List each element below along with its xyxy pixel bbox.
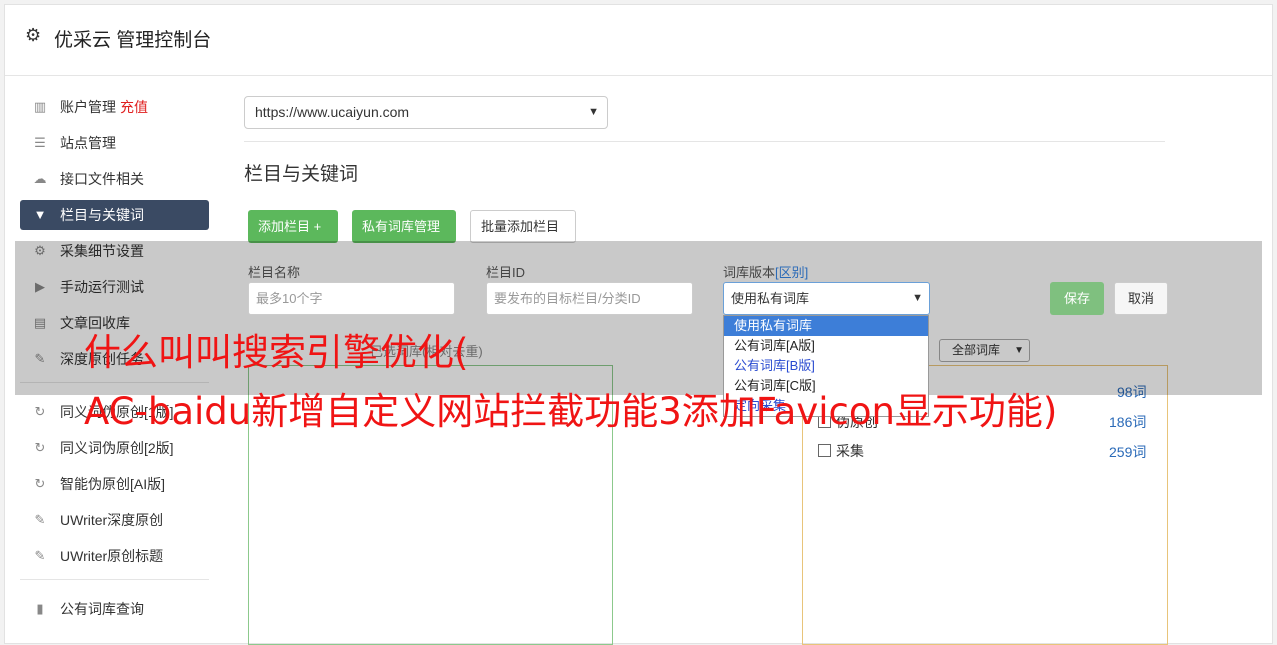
lib-item-label: 采集 xyxy=(836,443,864,459)
edit-icon: ✎ xyxy=(34,548,46,563)
lib-version-value: 使用私有词库 xyxy=(731,291,810,306)
column-id-label: 栏目ID xyxy=(486,265,526,280)
server-icon: ☰ xyxy=(34,135,46,150)
sidebar-item-label: 栏目与关键词 xyxy=(60,207,144,223)
sidebar-item-public-lib[interactable]: ▮ 公有词库查询 xyxy=(20,594,209,624)
sidebar-item-label: UWriter原创标题 xyxy=(60,548,164,564)
sidebar-divider xyxy=(20,579,209,580)
sidebar-item-label: 站点管理 xyxy=(60,135,116,151)
batch-add-button[interactable]: 批量添加栏目 xyxy=(470,210,576,243)
checkbox[interactable] xyxy=(818,444,831,457)
edit-icon: ✎ xyxy=(34,512,46,527)
lib-version-label: 词库版本[区别] xyxy=(723,262,808,281)
lib-version-text: 词库版本 xyxy=(723,265,776,280)
column-id-input[interactable]: 要发布的目标栏目/分类ID xyxy=(486,282,693,315)
site-select[interactable]: https://www.ucaiyun.com ▼ xyxy=(244,96,608,129)
sidebar-item-ai-rewrite[interactable]: ↻ 智能伪原创[AI版] xyxy=(20,469,209,499)
lib-item-collect[interactable]: 采集 xyxy=(818,441,864,461)
chevron-down-icon: ▼ xyxy=(912,292,923,304)
add-column-button[interactable]: 添加栏目 + xyxy=(248,210,338,243)
section-title: 栏目与关键词 xyxy=(244,164,359,185)
lib-item-count[interactable]: 186词 xyxy=(1109,412,1146,432)
sidebar-item-interface-files[interactable]: ☁ 接口文件相关 xyxy=(20,164,209,194)
refresh-icon: ↻ xyxy=(34,404,46,419)
column-name-label: 栏目名称 xyxy=(248,265,301,280)
difference-link[interactable]: [区别] xyxy=(775,265,808,280)
bar-chart-icon: ▥ xyxy=(33,99,47,114)
chevron-down-icon: ▼ xyxy=(588,106,599,118)
sidebar-item-label: 公有词库查询 xyxy=(60,601,144,617)
filter-icon: ▼ xyxy=(33,207,47,222)
sidebar-item-synonym-v2[interactable]: ↻ 同义词伪原创[2版] xyxy=(20,433,209,463)
sidebar-item-label: 账户管理 xyxy=(60,99,116,115)
sidebar-item-uwriter-title[interactable]: ✎ UWriter原创标题 xyxy=(20,541,209,571)
lib-item-count[interactable]: 259词 xyxy=(1109,442,1146,462)
option-public-a[interactable]: 公有词库[A版] xyxy=(724,336,928,356)
lib-version-select[interactable]: 使用私有词库 ▼ xyxy=(723,282,930,315)
refresh-icon: ↻ xyxy=(34,440,46,455)
sidebar-item-label: UWriter深度原创 xyxy=(60,512,164,528)
watermark-line-2: AC-baidu新增自定义网站拦截功能3添加Favicon显示功能) xyxy=(84,390,1058,433)
sidebar-item-label: 智能伪原创[AI版] xyxy=(60,476,166,492)
watermark-line-1: 什么叫叫搜索引擎优化( xyxy=(84,331,469,374)
save-button[interactable]: 保存 xyxy=(1050,282,1104,315)
refresh-icon: ↻ xyxy=(34,476,46,491)
option-public-b[interactable]: 公有词库[B版] xyxy=(724,356,928,376)
sidebar-item-sites[interactable]: ☰ 站点管理 xyxy=(20,128,209,158)
site-select-value: https://www.ucaiyun.com xyxy=(255,104,410,120)
console-title: 优采云 管理控制台 xyxy=(54,30,212,51)
sidebar-item-label: 同义词伪原创[2版] xyxy=(60,440,174,456)
top-header: ⚙ 优采云 管理控制台 xyxy=(5,5,1272,76)
private-lib-button[interactable]: 私有词库管理 xyxy=(352,210,456,243)
cancel-button[interactable]: 取消 xyxy=(1114,282,1168,315)
sidebar-item-uwriter-deep[interactable]: ✎ UWriter深度原创 xyxy=(20,505,209,535)
sidebar-item-columns-keywords[interactable]: ▼ 栏目与关键词 xyxy=(20,200,209,230)
recharge-link[interactable]: 充值 xyxy=(120,99,148,115)
option-private-lib[interactable]: 使用私有词库 xyxy=(724,316,928,336)
column-name-input[interactable]: 最多10个字 xyxy=(248,282,455,315)
sidebar-item-account[interactable]: ▥ 账户管理 充值 xyxy=(20,92,209,122)
gear-icon: ⚙ xyxy=(25,25,42,45)
book-icon: ▮ xyxy=(36,601,44,616)
cloud-upload-icon: ☁ xyxy=(33,171,47,186)
sidebar-item-label: 接口文件相关 xyxy=(60,171,144,187)
divider xyxy=(244,141,1165,142)
